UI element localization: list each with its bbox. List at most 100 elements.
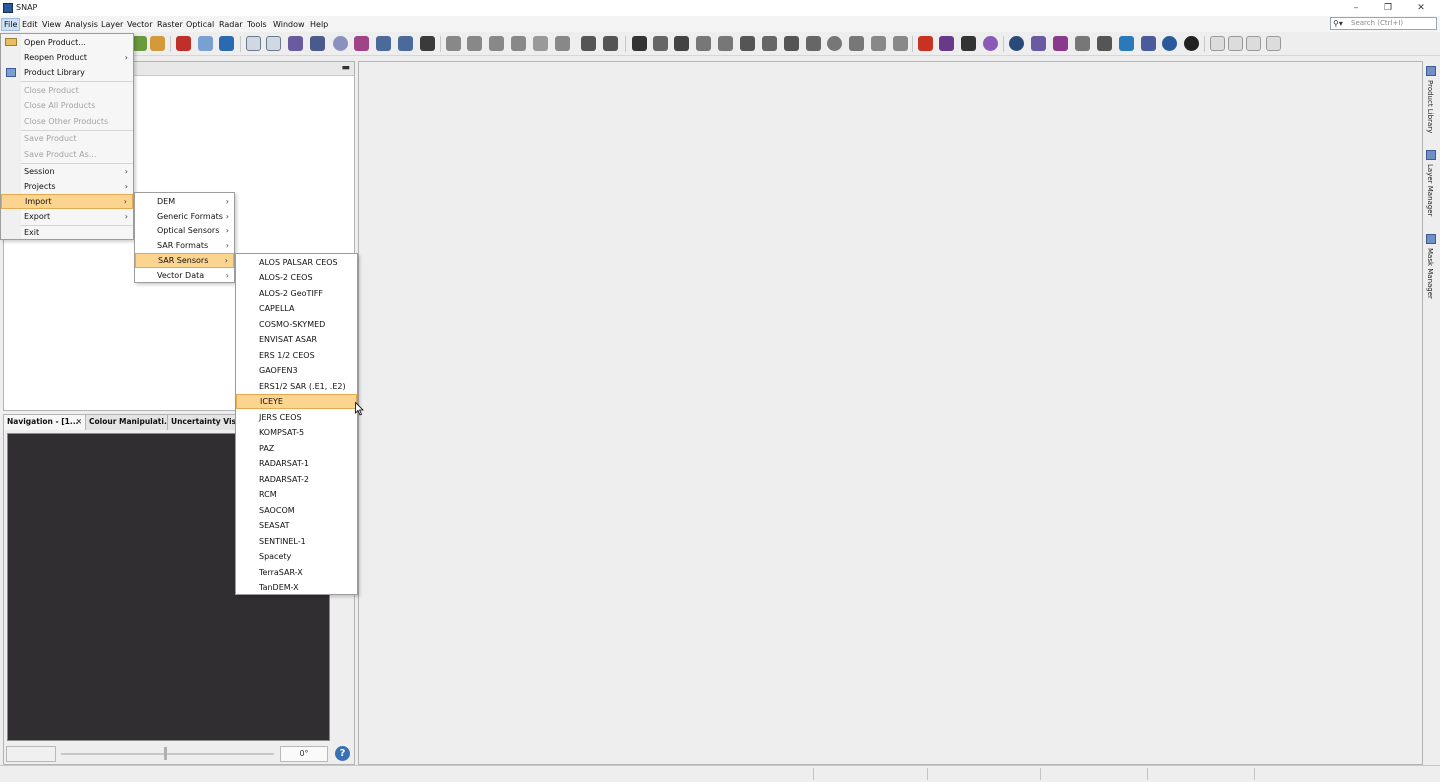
tab-product-library[interactable]: Product Library [1424, 64, 1439, 144]
gcp-tool-icon[interactable] [718, 36, 733, 51]
menu-item-radarsat1[interactable]: RADARSAT-1 [236, 456, 357, 471]
menu-item-iceye[interactable]: ICEYE [236, 394, 357, 409]
statistics-icon[interactable] [420, 36, 435, 51]
menu-item-vector-data[interactable]: Vector Data › [135, 268, 234, 283]
histogram-icon[interactable] [310, 36, 325, 51]
range-finder-icon[interactable] [871, 36, 886, 51]
menu-item-alos-palsar-ceos[interactable]: ALOS PALSAR CEOS [236, 255, 357, 270]
profile-plot-icon[interactable] [376, 36, 391, 51]
menu-item-ers12-ceos[interactable]: ERS 1/2 CEOS [236, 348, 357, 363]
pin-tool-icon[interactable] [696, 36, 711, 51]
close-icon[interactable]: ✕ [76, 415, 82, 429]
menu-item-export[interactable]: Export › [1, 209, 133, 224]
menu-item-ers12-sar[interactable]: ERS1/2 SAR (.E1, .E2) [236, 379, 357, 394]
rectangle-tool-icon[interactable] [784, 36, 799, 51]
graph-tool-icon[interactable] [581, 36, 596, 51]
tool-icon[interactable] [555, 36, 570, 51]
menu-item-envisat-asar[interactable]: ENVISAT ASAR [236, 332, 357, 347]
eye-tool-icon[interactable] [1119, 36, 1134, 51]
layers-tool-icon[interactable] [198, 36, 213, 51]
tool-icon[interactable] [1031, 36, 1046, 51]
product-tool-icon[interactable] [132, 36, 147, 51]
menu-item-import[interactable]: Import › [1, 194, 133, 209]
world-wind-icon[interactable] [1162, 36, 1177, 51]
zoom-field[interactable] [6, 746, 56, 762]
menu-item-gaofen3[interactable]: GAOFEN3 [236, 363, 357, 378]
select-arrow-icon[interactable] [632, 36, 647, 51]
menu-item-rcm[interactable]: RCM [236, 487, 357, 502]
edit-tool-icon[interactable] [266, 36, 281, 51]
menu-item-cosmo-skymed[interactable]: COSMO-SKYMED [236, 317, 357, 332]
world-map-icon[interactable] [1009, 36, 1024, 51]
menu-item-exit[interactable]: Exit [1, 225, 133, 240]
tool-icon[interactable] [983, 36, 998, 51]
restore-button[interactable]: ❐ [1380, 2, 1396, 14]
search-input[interactable]: ⚲▾ Search (Ctrl+I) [1330, 17, 1437, 30]
search-tool-icon[interactable] [1097, 36, 1112, 51]
menu-item-sar-formats[interactable]: SAR Formats › [135, 238, 234, 253]
menu-item-spacety[interactable]: Spacety [236, 549, 357, 564]
menu-item-open-product[interactable]: Open Product... [1, 35, 133, 50]
line-tool-icon[interactable] [740, 36, 755, 51]
menu-item-radarsat2[interactable]: RADARSAT-2 [236, 472, 357, 487]
tool-icon[interactable] [893, 36, 908, 51]
tile-vertical-icon[interactable] [1228, 36, 1243, 51]
tool-icon[interactable] [511, 36, 526, 51]
menu-item-seasat[interactable]: SEASAT [236, 518, 357, 533]
tab-navigation[interactable]: Navigation - [1... ✕ [4, 415, 86, 430]
menu-item-sar-sensors[interactable]: SAR Sensors › [135, 253, 234, 268]
tile-single-icon[interactable] [1266, 36, 1281, 51]
menu-item-paz[interactable]: PAZ [236, 441, 357, 456]
globe-3d-icon[interactable] [1184, 36, 1199, 51]
menu-raster[interactable]: Raster [155, 18, 185, 31]
menu-item-reopen-product[interactable]: Reopen Product › [1, 50, 133, 65]
gear-tool-icon[interactable] [446, 36, 461, 51]
menu-item-terrasar-x[interactable]: TerraSAR-X [236, 565, 357, 580]
menu-item-saocom[interactable]: SAOCOM [236, 503, 357, 518]
burst-tool-icon[interactable] [918, 36, 933, 51]
menu-file[interactable]: File [1, 18, 21, 31]
menu-analysis[interactable]: Analysis [63, 18, 100, 31]
minimize-button[interactable]: – [1348, 2, 1364, 14]
wave-tool-icon[interactable] [219, 36, 234, 51]
menu-vector[interactable]: Vector [125, 18, 155, 31]
tile-horizontal-icon[interactable] [1210, 36, 1225, 51]
cross-tool-icon[interactable] [939, 36, 954, 51]
zoom-icon[interactable] [674, 36, 689, 51]
menu-edit[interactable]: Edit [20, 18, 40, 31]
menu-optical[interactable]: Optical [184, 18, 216, 31]
menu-item-alos2-geotiff[interactable]: ALOS-2 GeoTIFF [236, 286, 357, 301]
menu-item-generic-formats[interactable]: Generic Formats › [135, 209, 234, 224]
binary-tool-icon[interactable] [961, 36, 976, 51]
menu-item-tandem-x[interactable]: TanDEM-X [236, 580, 357, 595]
magic-wand-icon[interactable] [849, 36, 864, 51]
grid-tool-icon[interactable] [489, 36, 504, 51]
menu-item-dem[interactable]: DEM › [135, 194, 234, 209]
menu-view[interactable]: View [40, 18, 63, 31]
minimize-panel-button[interactable]: ▬ [341, 63, 350, 73]
rotation-spinner[interactable]: 0° [280, 746, 328, 762]
menu-help[interactable]: Help [308, 18, 330, 31]
tab-mask-manager[interactable]: Mask Manager [1424, 232, 1439, 312]
globe-tool-icon[interactable] [333, 36, 348, 51]
menu-item-jers-ceos[interactable]: JERS CEOS [236, 410, 357, 425]
spectrum-icon[interactable] [1141, 36, 1156, 51]
tool-icon[interactable] [1053, 36, 1068, 51]
tile-grid-icon[interactable] [1246, 36, 1261, 51]
menu-item-product-library[interactable]: Product Library [1, 65, 133, 80]
mask-tool-icon[interactable] [354, 36, 369, 51]
gear-tool-icon[interactable] [467, 36, 482, 51]
gcp-tool-icon[interactable] [533, 36, 548, 51]
chart-tool-icon[interactable] [150, 36, 165, 51]
batch-tool-icon[interactable] [603, 36, 618, 51]
menu-tools[interactable]: Tools [245, 18, 269, 31]
tab-uncertainty-visualisation[interactable]: Uncertainty Visua... [168, 415, 240, 430]
help-icon[interactable]: ? [335, 746, 350, 761]
menu-layer[interactable]: Layer [99, 18, 125, 31]
alpha-tool-icon[interactable] [288, 36, 303, 51]
menu-window[interactable]: Window [271, 18, 307, 31]
menu-item-projects[interactable]: Projects › [1, 179, 133, 194]
color-tool-icon[interactable] [176, 36, 191, 51]
polyline-tool-icon[interactable] [762, 36, 777, 51]
close-button[interactable]: ✕ [1413, 2, 1429, 14]
